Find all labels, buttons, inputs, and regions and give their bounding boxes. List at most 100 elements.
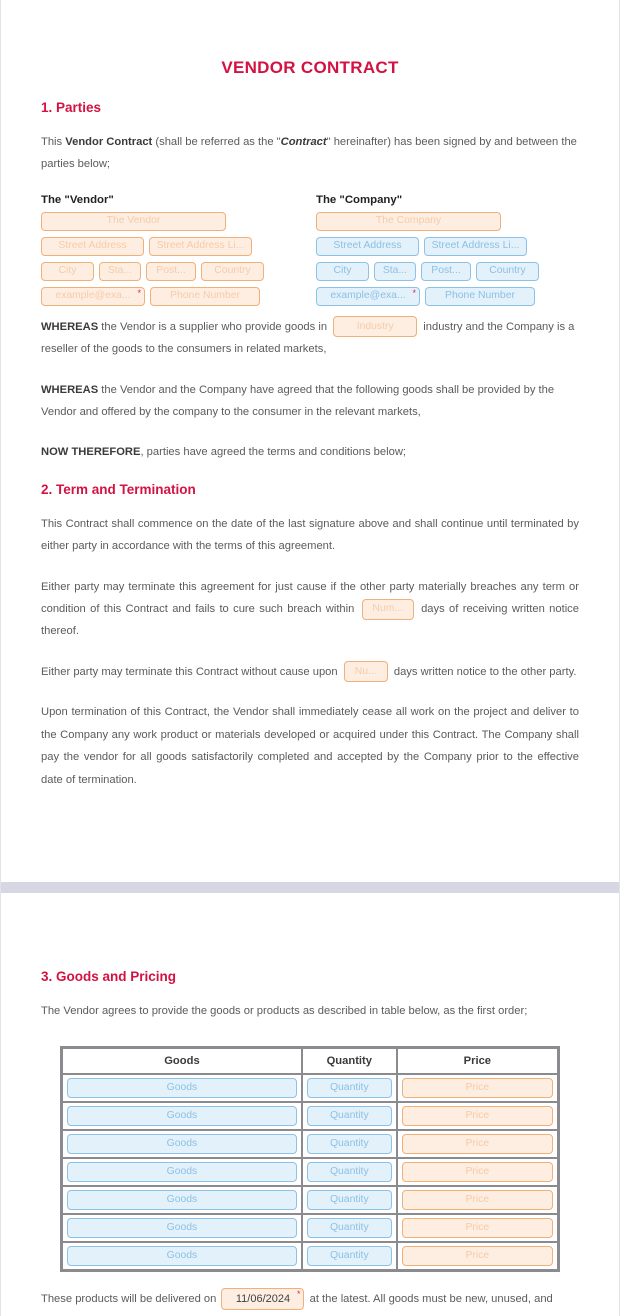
goods-input[interactable]: Goods [67, 1134, 297, 1155]
section-heading-goods-pricing: 3. Goods and Pricing [41, 969, 177, 984]
vendor-email-placeholder: example@exa... [55, 290, 131, 302]
vendor-city-input[interactable]: City [41, 261, 94, 281]
notice-period-days-input[interactable]: Nu... [343, 661, 388, 683]
document-page-1: VENDOR CONTRACT 1. Parties This Vendor C… [0, 0, 620, 882]
parties-block: The "Vendor" The Vendor Street Address St… [41, 194, 579, 310]
price-input[interactable]: Price [401, 1190, 553, 1211]
cell-goods: Goods [62, 1242, 302, 1271]
term-paragraph-2: Either party may terminate this agreemen… [41, 576, 579, 643]
parties-intro-paragraph: This Vendor Contract (shall be referred … [41, 131, 579, 176]
table-row: Goods Quantity Price [62, 1158, 558, 1187]
quantity-input[interactable]: Quantity [306, 1134, 392, 1155]
quantity-input[interactable]: Quantity [306, 1246, 392, 1267]
term-paragraph-3: Either party may terminate this Contract… [41, 661, 579, 683]
delivery-date-input[interactable]: 11/06/2024 * [221, 1288, 305, 1311]
whereas-paragraph-1: WHEREAS the Vendor is a supplier who pro… [41, 316, 579, 361]
table-row: Goods Quantity Price [62, 1214, 558, 1243]
quantity-input[interactable]: Quantity [306, 1106, 392, 1127]
company-phone-input[interactable]: Phone Number [425, 286, 535, 306]
term-3-text-1: Either party may terminate this Contract… [41, 665, 341, 678]
cure-period-days-input[interactable]: Num... [361, 598, 414, 620]
vendor-state-input[interactable]: Sta... [99, 261, 141, 281]
table-row: Goods Quantity Price [62, 1186, 558, 1215]
vendor-street-input[interactable]: Street Address [41, 236, 144, 256]
price-input[interactable]: Price [401, 1218, 553, 1239]
company-email-input[interactable]: example@exa... * [316, 286, 420, 306]
term-paragraph-1: This Contract shall commence on the date… [41, 517, 579, 553]
goods-input[interactable]: Goods [67, 1246, 297, 1267]
cell-goods: Goods [62, 1186, 302, 1215]
company-street-row: Street Address Street Address Li... [316, 236, 586, 256]
cell-price: Price [396, 1186, 558, 1215]
company-contact-row: example@exa... * Phone Number [316, 286, 586, 306]
cell-goods: Goods [62, 1074, 302, 1103]
vendor-name-input[interactable]: The Vendor [41, 211, 226, 231]
whereas-2-text: the Vendor and the Company have agreed t… [41, 383, 555, 419]
page-title: VENDOR CONTRACT [221, 58, 399, 77]
delivery-paragraph: These products will be delivered on 11/0… [41, 1288, 579, 1311]
price-input[interactable]: Price [401, 1246, 553, 1267]
vendor-country-input[interactable]: Country [201, 261, 264, 281]
column-header-goods: Goods [62, 1048, 302, 1075]
cell-price: Price [396, 1242, 558, 1271]
vendor-email-input[interactable]: example@exa... * [41, 286, 145, 306]
price-input[interactable]: Price [401, 1106, 553, 1127]
whereas-paragraph-2: WHEREAS the Vendor and the Company have … [41, 379, 579, 424]
company-city-input[interactable]: City [316, 261, 369, 281]
price-input[interactable]: Price [401, 1134, 553, 1155]
company-country-input[interactable]: Country [476, 261, 539, 281]
vendor-phone-input[interactable]: Phone Number [150, 286, 260, 306]
vendor-email-required-icon: * [137, 287, 141, 298]
cell-quantity: Quantity [301, 1102, 397, 1131]
term-3-text-2: days written notice to the other party. [390, 665, 577, 678]
document-viewport: VENDOR CONTRACT 1. Parties This Vendor C… [0, 0, 620, 1316]
industry-input[interactable]: Industry [333, 316, 418, 338]
company-state-input[interactable]: Sta... [374, 261, 416, 281]
whereas-1-lead: WHEREAS [41, 320, 99, 333]
vendor-name-row: The Vendor [41, 211, 311, 231]
delivery-date-value: 11/06/2024 [235, 1292, 291, 1305]
quantity-input[interactable]: Quantity [306, 1190, 392, 1211]
intro-italic-contract: Contract [280, 136, 327, 148]
vendor-postal-input[interactable]: Post... [146, 261, 196, 281]
column-header-quantity: Quantity [301, 1048, 397, 1075]
page-break-separator [0, 882, 620, 893]
delivery-date-required-icon: * [296, 1289, 301, 1300]
goods-input[interactable]: Goods [67, 1162, 297, 1183]
section-heading-term-termination: 2. Term and Termination [41, 481, 196, 497]
intro-bold-vendor-contract: Vendor Contract [65, 136, 153, 148]
column-header-price: Price [396, 1048, 558, 1075]
whereas-1-text-1: the Vendor is a supplier who provide goo… [98, 320, 331, 333]
price-input[interactable]: Price [401, 1078, 553, 1099]
company-name-input[interactable]: The Company [316, 211, 501, 231]
price-input[interactable]: Price [401, 1162, 553, 1183]
quantity-input[interactable]: Quantity [306, 1218, 392, 1239]
quantity-input[interactable]: Quantity [306, 1162, 392, 1183]
cell-quantity: Quantity [301, 1158, 397, 1187]
company-column: The "Company" The Company Street Address… [316, 194, 586, 312]
vendor-locality-row: City Sta... Post... Country [41, 261, 311, 281]
now-therefore-lead: NOW THEREFORE [41, 446, 141, 459]
goods-input[interactable]: Goods [67, 1078, 297, 1099]
quantity-input[interactable]: Quantity [306, 1078, 392, 1099]
vendor-street-row: Street Address Street Address Li... [41, 236, 311, 256]
goods-input[interactable]: Goods [67, 1106, 297, 1127]
cell-goods: Goods [62, 1102, 302, 1131]
cell-quantity: Quantity [301, 1242, 397, 1271]
company-email-placeholder: example@exa... [330, 290, 406, 302]
company-postal-input[interactable]: Post... [421, 261, 471, 281]
company-locality-row: City Sta... Post... Country [316, 261, 586, 281]
goods-input[interactable]: Goods [67, 1218, 297, 1239]
cell-quantity: Quantity [301, 1214, 397, 1243]
company-street-input[interactable]: Street Address [316, 236, 419, 256]
company-street2-input[interactable]: Street Address Li... [424, 236, 527, 256]
section-heading-parties: 1. Parties [41, 100, 102, 115]
company-email-required-icon: * [412, 287, 416, 298]
vendor-street2-input[interactable]: Street Address Li... [149, 236, 252, 256]
now-therefore-text: , parties have agreed the terms and cond… [140, 446, 407, 459]
table-row: Goods Quantity Price [62, 1242, 558, 1271]
goods-input[interactable]: Goods [67, 1190, 297, 1211]
goods-table-header-row: Goods Quantity Price [62, 1048, 558, 1075]
now-therefore-paragraph: NOW THEREFORE, parties have agreed the t… [41, 441, 579, 463]
cell-price: Price [396, 1074, 558, 1103]
